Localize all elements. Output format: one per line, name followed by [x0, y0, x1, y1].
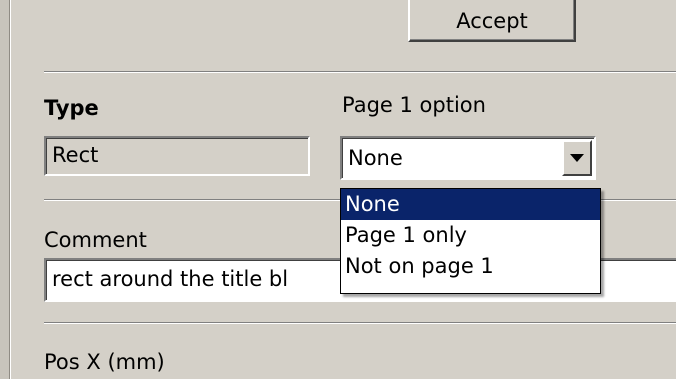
accept-button-label: Accept: [456, 9, 528, 33]
comment-label: Comment: [44, 228, 147, 252]
chevron-down-icon: [570, 154, 584, 162]
type-field: Rect: [44, 136, 310, 176]
panel-left-edge-highlight: [10, 0, 11, 379]
pos-x-label: Pos X (mm): [44, 350, 165, 374]
panel-left-edge: [0, 0, 10, 379]
dropdown-option-none[interactable]: None: [341, 189, 600, 220]
page-option-label: Page 1 option: [342, 93, 486, 117]
accept-button[interactable]: Accept: [408, 0, 576, 42]
page-option-dropdown-list[interactable]: None Page 1 only Not on page 1: [340, 188, 601, 294]
page-option-combobox[interactable]: None: [340, 136, 596, 180]
type-value: Rect: [52, 143, 99, 167]
comment-value: rect around the title bl: [52, 267, 289, 291]
dropdown-option-not-on-page-1[interactable]: Not on page 1: [341, 251, 600, 282]
dropdown-option-page-1-only[interactable]: Page 1 only: [341, 220, 600, 251]
page-option-value: None: [348, 146, 403, 170]
separator-bottom: [44, 322, 676, 324]
separator-top: [44, 71, 676, 73]
type-label: Type: [44, 96, 99, 120]
dropdown-arrow-button[interactable]: [562, 140, 592, 176]
